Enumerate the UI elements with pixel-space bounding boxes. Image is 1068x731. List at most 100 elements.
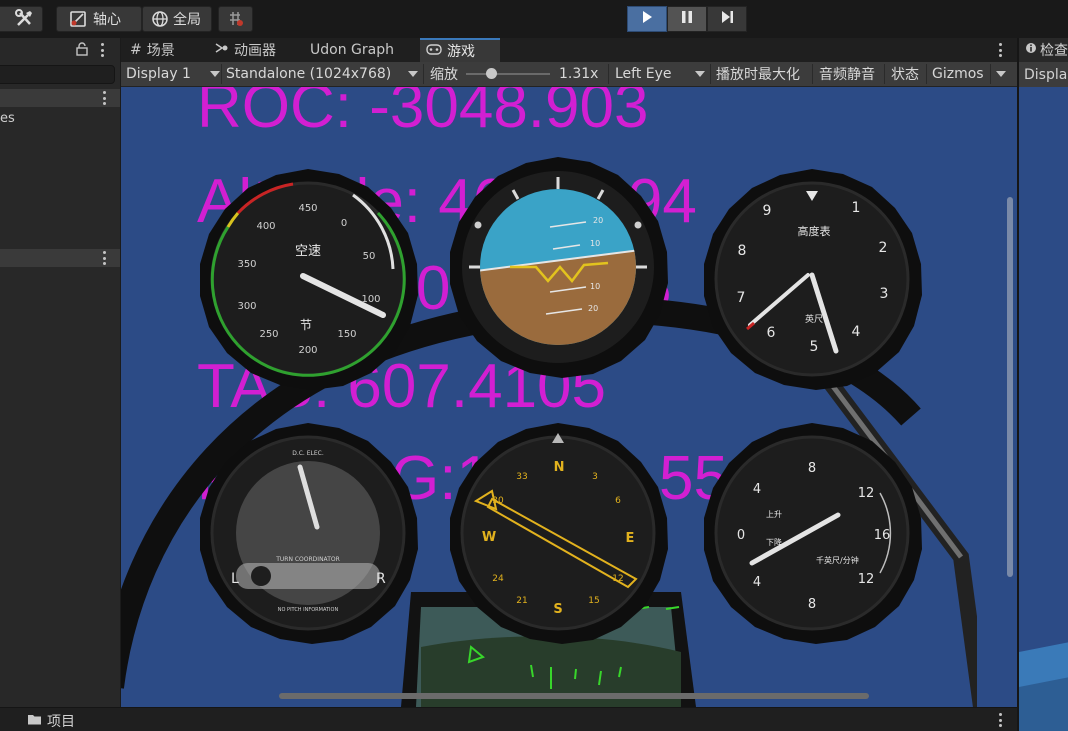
vsi-number: 16	[874, 528, 891, 543]
pause-icon	[680, 10, 694, 28]
attitude-pitch-mark: 20	[593, 216, 603, 225]
tab-scene-label: 场景	[146, 43, 175, 59]
eye-dropdown[interactable]: Left Eye	[615, 62, 705, 86]
altimeter-number: 1	[852, 200, 861, 216]
scene-menu-icon-2[interactable]	[102, 251, 106, 265]
info-icon	[1025, 42, 1037, 58]
pivot-icon	[69, 10, 89, 28]
hierarchy-header	[0, 38, 120, 62]
compass-number: 6	[615, 496, 621, 506]
compass-west: W	[482, 530, 496, 545]
altimeter-gauge: 1 2 3 4 5 6 7 8 9 高度表 英尺	[704, 169, 922, 390]
airspeed-tick-label: 400	[256, 221, 275, 232]
scale-value: 1.31x	[559, 66, 599, 82]
altimeter-number: 4	[852, 324, 861, 340]
scale-slider-thumb[interactable]	[486, 68, 498, 79]
hierarchy-menu-icon[interactable]	[100, 43, 104, 57]
vsi-number: 12	[858, 486, 875, 501]
display-dropdown[interactable]: Display 1	[126, 62, 220, 86]
stats-toggle[interactable]: 状态	[891, 62, 919, 86]
airspeed-unit: 节	[300, 318, 312, 332]
vsi-up-label: 上升	[766, 510, 782, 519]
maximize-on-play-toggle[interactable]: 播放时最大化	[716, 62, 800, 86]
gamepad-icon	[426, 43, 442, 59]
scale-slider[interactable]	[466, 62, 552, 86]
hidden-readout-fragment: 0	[416, 254, 450, 323]
hierarchy-search-input[interactable]	[0, 65, 115, 84]
turn-coordinator-top-label: D.C. ELEC.	[292, 450, 324, 457]
lock-icon[interactable]	[76, 42, 88, 60]
gizmos-toggle[interactable]: Gizmos	[932, 62, 984, 86]
game-viewport[interactable]: ROC: -3048.903 Altitude: 4641.094 TAS: 6…	[121, 87, 1017, 707]
hierarchy-item-label[interactable]: es	[0, 111, 15, 126]
inspector-panel: 检查 Displa	[1017, 38, 1068, 731]
step-icon	[720, 10, 734, 28]
altimeter-number: 5	[810, 339, 819, 355]
tools-icon	[14, 9, 36, 29]
airspeed-tick-label: 200	[298, 345, 317, 356]
airspeed-tick-label: 300	[237, 301, 256, 312]
project-menu-icon[interactable]	[998, 713, 1002, 727]
scene-menu-icon[interactable]	[102, 91, 106, 105]
tab-game[interactable]: 游戏	[420, 38, 500, 62]
hierarchy-scene-row-2[interactable]	[0, 249, 120, 267]
turn-coordinator-label: TURN COORDINATOR	[275, 556, 340, 563]
airspeed-tick-label: 0	[341, 218, 347, 229]
scene-grid-icon: #	[130, 42, 142, 58]
turn-left-label: L	[231, 571, 239, 587]
compass-number: 21	[516, 596, 527, 606]
airspeed-tick-label: 250	[259, 329, 278, 340]
viewport-scrollbar-vertical[interactable]	[1007, 197, 1013, 577]
folder-icon	[27, 713, 42, 729]
display-dropdown-value: Display 1	[126, 66, 191, 82]
chevron-down-icon	[695, 71, 705, 77]
grid-snap-button[interactable]	[218, 6, 253, 32]
play-icon	[640, 10, 654, 28]
compass-number: 24	[492, 574, 504, 584]
compass-number: 15	[588, 596, 599, 606]
inspector-display-dropdown[interactable]: Displa	[1019, 62, 1068, 87]
global-button[interactable]: 全局	[142, 6, 212, 32]
airspeed-title: 空速	[295, 244, 321, 259]
tab-udon-graph-label: Udon Graph	[310, 42, 394, 58]
gizmos-dropdown[interactable]	[996, 62, 1012, 86]
play-button[interactable]	[627, 6, 667, 32]
tab-project[interactable]: 项目	[27, 711, 75, 731]
game-tab-menu-icon[interactable]	[998, 43, 1002, 57]
vsi-number: 12	[858, 572, 875, 587]
turn-coordinator-bottom-label: NO PITCH INFORMATION	[278, 607, 339, 613]
step-button[interactable]	[707, 6, 747, 32]
viewport-scrollbar-horizontal[interactable]	[279, 693, 869, 699]
eye-dropdown-value: Left Eye	[615, 66, 672, 82]
scale-label: 缩放	[430, 67, 458, 83]
pivot-button[interactable]: 轴心	[56, 6, 142, 32]
cockpit-scene: ROC: -3048.903 Altitude: 4641.094 TAS: 6…	[121, 87, 1017, 707]
roc-readout: ROC: -3048.903	[197, 87, 648, 141]
tab-udon-graph[interactable]: Udon Graph	[304, 38, 400, 62]
animator-icon	[215, 42, 229, 58]
airspeed-tick-label: 50	[363, 251, 376, 262]
tools-button[interactable]	[0, 6, 43, 32]
vsi-number: 4	[753, 575, 761, 590]
compass-number: 33	[516, 472, 527, 482]
chevron-down-icon	[210, 71, 220, 77]
mute-audio-toggle[interactable]: 音频静音	[819, 62, 875, 86]
globe-icon	[151, 10, 169, 28]
inspector-preview	[1019, 87, 1068, 731]
turn-right-label: R	[376, 571, 386, 587]
compass-north: N	[554, 460, 565, 475]
playmode-controls	[627, 6, 747, 32]
main-toolbar: 轴心 全局	[0, 0, 1068, 38]
hierarchy-scene-row[interactable]	[0, 89, 120, 107]
altimeter-number: 7	[737, 290, 746, 306]
tab-animator[interactable]: 动画器	[209, 38, 282, 62]
pause-button[interactable]	[667, 6, 707, 32]
compass-south: S	[553, 602, 562, 617]
attitude-pitch-mark: 10	[590, 239, 600, 248]
tab-inspector[interactable]: 检查	[1019, 38, 1068, 62]
tab-scene[interactable]: # 场景	[124, 38, 181, 62]
compass-east: E	[626, 531, 635, 546]
global-label: 全局	[173, 12, 201, 28]
resolution-dropdown[interactable]: Standalone (1024x768)	[226, 62, 418, 86]
bottom-tab-bar: 项目	[0, 707, 1017, 731]
